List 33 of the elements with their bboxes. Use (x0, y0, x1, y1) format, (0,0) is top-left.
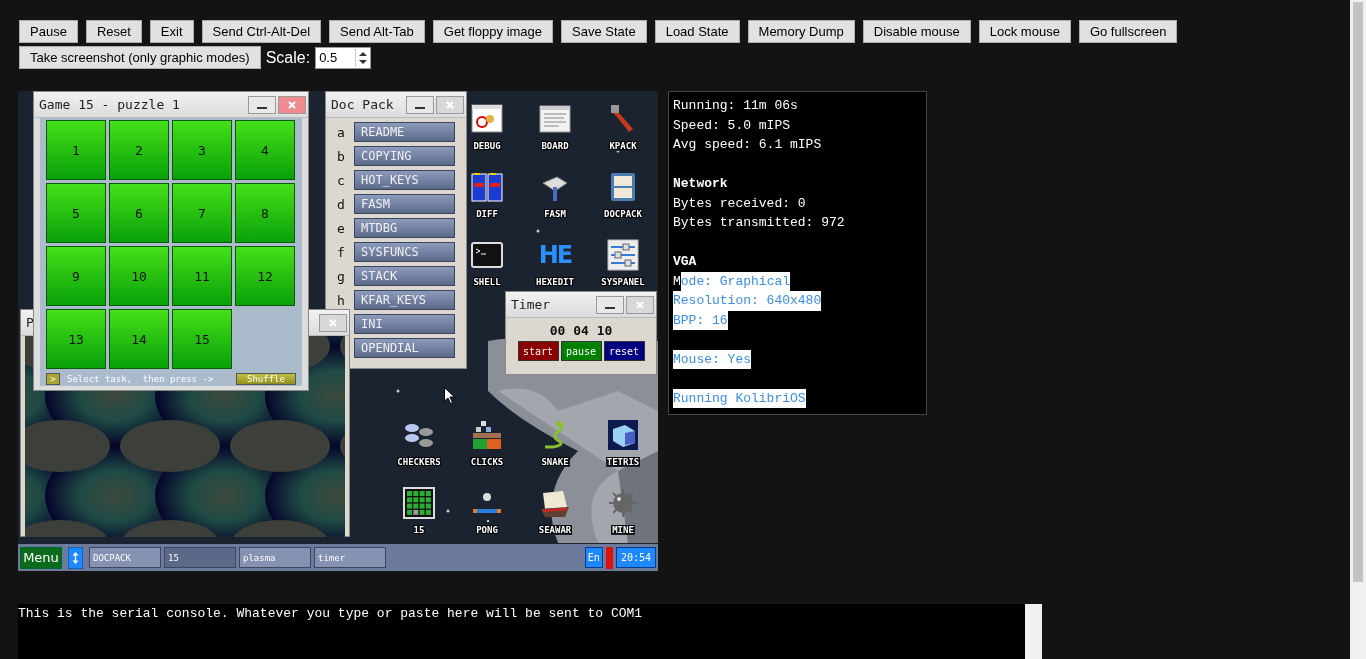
console-text: This is the serial console. Whatever you type or paste here will be sent to COM1 (18, 606, 643, 621)
serial-console[interactable]: This is the serial console. Whatever you type or paste here will be sent to COM1 (18, 604, 1025, 659)
stat-text: Avg speed: 6.1 mIPS (673, 136, 822, 154)
toolbar-button[interactable]: Pause (19, 20, 78, 43)
section-heading: VGA (673, 253, 698, 271)
stat-text: M (673, 272, 681, 291)
stat-text: BPP: 16 (673, 310, 728, 330)
scale-field[interactable]: 0.5 (315, 46, 372, 69)
toolbar-button[interactable]: Save State (561, 20, 647, 43)
scrollbar[interactable] (1025, 604, 1042, 659)
toolbar-button[interactable]: Disable mouse (862, 20, 971, 43)
page-scrollbar[interactable] (1350, 0, 1366, 659)
toolbar-button[interactable]: Send Alt-Tab (329, 20, 425, 43)
section-heading: Network (673, 175, 729, 193)
toolbar-button[interactable]: Memory Dump (747, 20, 855, 43)
stat-text: ode: Graphical (680, 271, 791, 291)
stat-text: Resolution: 640x480 (673, 291, 822, 311)
stat-text: Running: 11m 06s (673, 97, 798, 115)
toolbar-button[interactable]: Lock mouse (978, 20, 1071, 43)
toolbar-button[interactable]: Take screenshot (only graphic modes) (19, 46, 261, 69)
stat-text: Bytes received: 0 (673, 194, 806, 213)
stat-text: Bytes transmitted: 972 (673, 214, 845, 232)
stat-text: Mouse: Yes (673, 349, 751, 369)
toolbar-button[interactable]: Load State (654, 20, 740, 43)
stat-text: Running KolibriOS (673, 388, 806, 408)
toolbar-button[interactable]: Send Ctrl-Alt-Del (201, 20, 322, 43)
toolbar-button[interactable]: Go fullscreen (1078, 20, 1178, 43)
toolbar-button[interactable]: Exit (149, 20, 194, 43)
scrollbar-thumb[interactable] (1353, 2, 1363, 582)
toolbar-button[interactable]: Reset (85, 20, 142, 43)
scale-label: Scale: (265, 48, 311, 67)
stat-text: Speed: 5.0 mIPS (673, 116, 791, 135)
toolbar-button[interactable]: Get floppy image (432, 20, 554, 43)
